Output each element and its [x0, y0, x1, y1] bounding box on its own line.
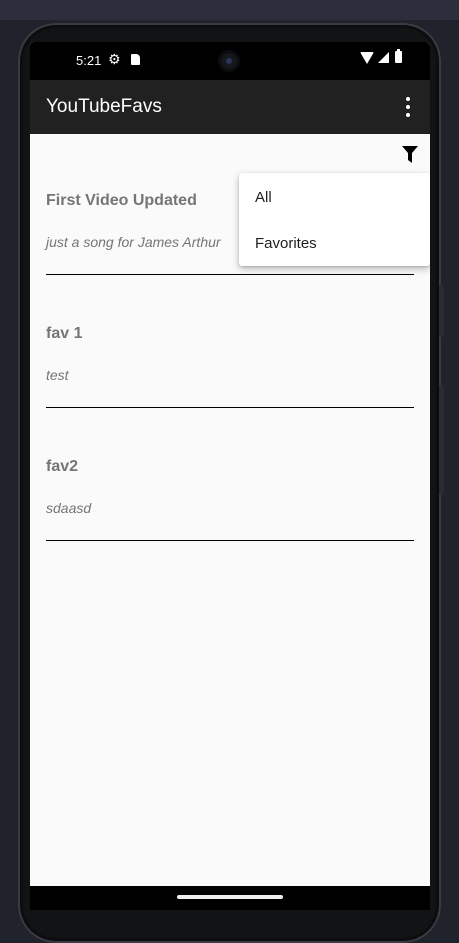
app-bar: YouTubeFavs	[30, 80, 430, 134]
video-description: just a song for James Arthur	[46, 234, 221, 250]
menu-item-all[interactable]: All	[255, 189, 272, 206]
status-bar: 5:21 ⚙	[30, 42, 430, 80]
video-description: test	[46, 367, 69, 383]
battery-icon	[395, 49, 402, 63]
divider	[46, 540, 414, 541]
front-camera	[218, 50, 240, 72]
cell-signal-icon	[378, 52, 389, 63]
list-item[interactable]: fav2 sdaasd	[46, 400, 414, 541]
video-description: sdaasd	[46, 500, 92, 516]
video-title: fav 1	[46, 325, 83, 342]
menu-item-favorites[interactable]: Favorites	[255, 235, 317, 252]
volume-button	[439, 385, 444, 495]
home-gesture-handle[interactable]	[177, 895, 283, 899]
app-title: YouTubeFavs	[46, 96, 162, 117]
wifi-icon	[360, 52, 374, 64]
emulator-top-bar	[0, 0, 459, 20]
sd-card-icon	[131, 54, 140, 65]
navigation-bar	[30, 886, 430, 910]
device-screen: 5:21 ⚙ YouTubeFavs First Video Updated j…	[30, 42, 430, 910]
video-title: First Video Updated	[46, 192, 197, 209]
more-vert-icon[interactable]	[398, 96, 418, 118]
video-title: fav2	[46, 458, 79, 475]
settings-gear-icon: ⚙	[108, 51, 121, 67]
status-time: 5:21	[76, 53, 102, 68]
power-button	[439, 285, 444, 337]
list-item[interactable]: fav 1 test	[46, 267, 414, 408]
filter-menu: All Favorites	[239, 173, 430, 266]
